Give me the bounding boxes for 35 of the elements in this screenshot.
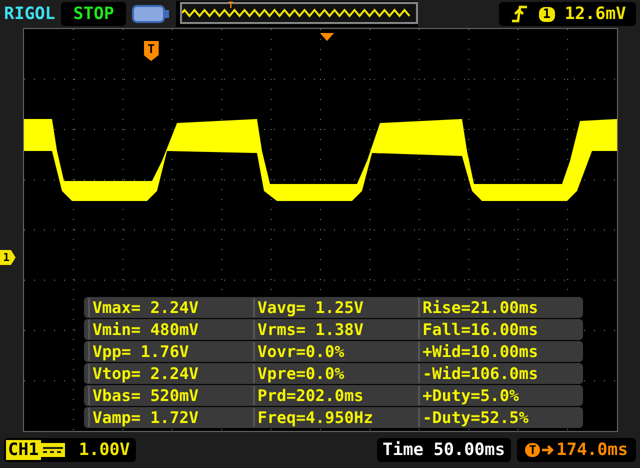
measurement-value: Vmax= 2.24V xyxy=(88,298,248,317)
timebase-value: 50.00ms xyxy=(433,440,506,460)
measurement-value: Vovr=0.0% xyxy=(252,342,414,361)
measurement-value: Freq=4.950Hz xyxy=(252,408,414,427)
measurement-value: Vtop= 2.24V xyxy=(88,364,248,383)
measurement-value: Vbas= 520mV xyxy=(88,386,248,405)
measurement-value: -Wid=106.0ms xyxy=(418,364,578,383)
brand-logo: RIGOL xyxy=(4,4,56,24)
trigger-offset-icon: T xyxy=(525,443,540,457)
trigger-marker: T xyxy=(144,41,159,61)
measurement-value: Vpre=0.0% xyxy=(252,364,414,383)
arrow-icon xyxy=(542,444,554,456)
measurement-value: Vamp= 1.72V xyxy=(88,408,248,427)
measurement-value: Vmin= 480mV xyxy=(88,320,248,339)
measurement-value: Rise=21.00ms xyxy=(418,298,578,317)
channel-marker: 1 xyxy=(0,250,16,265)
measurement-value: +Wid=10.00ms xyxy=(418,342,578,361)
trigger-level: 12.6mV xyxy=(564,4,626,24)
channel-badge: CH1 xyxy=(6,440,41,460)
measurement-value: Vavg= 1.25V xyxy=(252,298,414,317)
trigger-position-marker: T xyxy=(228,2,234,11)
measurement-value: Vpp= 1.76V xyxy=(88,342,248,361)
timebase-label: Time xyxy=(382,440,424,460)
measurement-value: Prd=202.0ms xyxy=(252,386,414,405)
vertical-scale: 1.00V xyxy=(78,440,130,460)
run-status: STOP xyxy=(61,2,126,26)
battery-icon xyxy=(132,4,170,24)
dc-coupling-icon xyxy=(40,443,65,457)
trigger-channel-badge: 1 xyxy=(538,6,555,22)
trigger-offset-value: 174.0ms xyxy=(556,440,628,460)
measurement-value: Vrms= 1.38V xyxy=(252,320,414,339)
measurement-value: -Duty=52.5% xyxy=(418,408,578,427)
measurement-value: Fall=16.00ms xyxy=(418,320,578,339)
trigger-time-marker xyxy=(320,33,334,41)
measurement-value: +Duty=5.0% xyxy=(418,386,578,405)
